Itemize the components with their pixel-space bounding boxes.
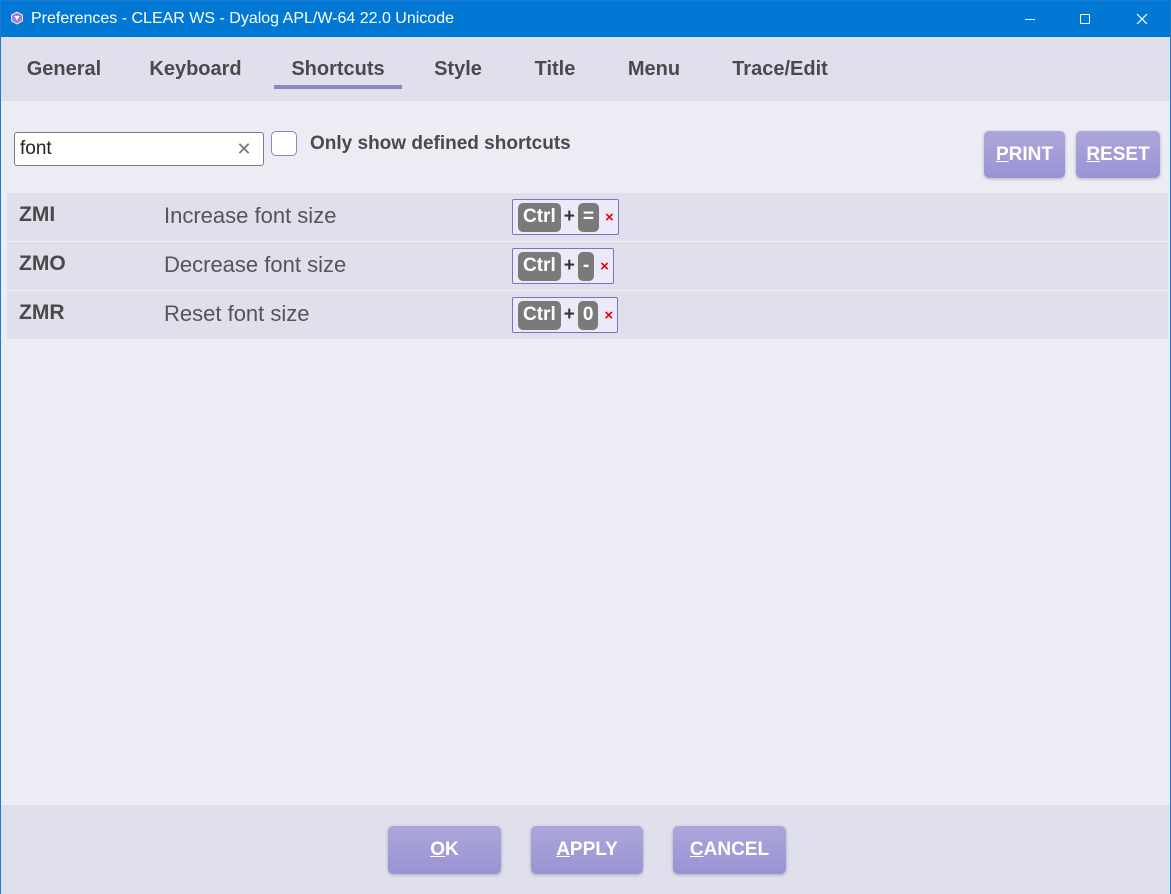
search-input[interactable] [20, 136, 225, 162]
preferences-window: Preferences - CLEAR WS - Dyalog APL/W-64… [0, 0, 1171, 894]
shortcut-row: ZMO Decrease font size Ctrl + - × [7, 242, 1168, 291]
reset-button[interactable]: R ESET [1076, 131, 1160, 178]
search-field: ✕ [14, 132, 264, 166]
shortcut-description: Reset font size [164, 301, 310, 326]
close-icon [1136, 13, 1148, 25]
key-plus: + [563, 304, 575, 325]
clear-search-icon[interactable]: ✕ [233, 138, 255, 160]
close-button[interactable] [1119, 1, 1165, 37]
reset-label: ESET [1100, 143, 1150, 165]
cancel-button[interactable]: C ANCEL [673, 826, 786, 874]
delete-shortcut-icon[interactable]: × [605, 209, 614, 226]
tab-title[interactable]: Title [519, 37, 591, 101]
shortcut-description: Decrease font size [164, 252, 347, 277]
ok-label: K [445, 839, 459, 860]
preferences-tab-bar: General Keyboard Shortcuts Style Title M… [1, 37, 1170, 101]
tab-trace-edit[interactable]: Trace/Edit [720, 37, 840, 101]
keycap: Ctrl [518, 251, 561, 281]
cancel-mnemonic: C [689, 839, 704, 860]
key-combo[interactable]: Ctrl + = × [512, 199, 619, 235]
shortcut-row: ZMI Increase font size Ctrl + = × [7, 193, 1168, 242]
shortcut-description: Increase font size [164, 203, 337, 228]
print-label: RINT [1008, 143, 1053, 165]
print-mnemonic: P [995, 143, 1009, 165]
apply-button[interactable]: A PPLY [531, 826, 643, 874]
keycap: Ctrl [518, 300, 561, 330]
key-combo[interactable]: Ctrl + 0 × [512, 297, 619, 333]
minimize-button[interactable] [1007, 1, 1053, 37]
cancel-label: ANCEL [703, 839, 770, 860]
window-title: Preferences - CLEAR WS - Dyalog APL/W-64… [31, 10, 454, 27]
print-button[interactable]: P RINT [984, 131, 1065, 178]
keycap: = [577, 202, 599, 232]
ok-button[interactable]: OK [388, 826, 501, 874]
shortcut-code: ZMR [19, 301, 65, 324]
tab-style[interactable]: Style [422, 37, 494, 101]
only-defined-label[interactable]: Only show defined shortcuts [310, 133, 571, 155]
tab-menu[interactable]: Menu [615, 37, 693, 101]
apply-label: PPLY [569, 839, 618, 860]
shortcuts-table: ZMI Increase font size Ctrl + = × ZMO De… [7, 193, 1168, 340]
only-defined-checkbox[interactable] [271, 131, 297, 156]
apply-mnemonic: A [556, 839, 570, 860]
maximize-icon [1080, 14, 1090, 24]
keycap: - [577, 251, 595, 281]
key-plus: + [563, 255, 575, 276]
dyalog-app-icon [10, 11, 24, 25]
tab-general[interactable]: General [14, 37, 114, 101]
minimize-icon [1025, 19, 1035, 20]
keycap: 0 [577, 300, 599, 330]
ok-mnemonic: O [430, 839, 446, 860]
key-combo[interactable]: Ctrl + - × [512, 248, 614, 284]
title-bar[interactable]: Preferences - CLEAR WS - Dyalog APL/W-64… [1, 1, 1170, 37]
shortcut-code: ZMO [19, 252, 66, 275]
reset-mnemonic: R [1086, 143, 1101, 165]
tab-keyboard[interactable]: Keyboard [138, 37, 253, 101]
maximize-button[interactable] [1062, 1, 1108, 37]
delete-shortcut-icon[interactable]: × [600, 258, 609, 275]
keycap: Ctrl [518, 202, 561, 232]
shortcut-row: ZMR Reset font size Ctrl + 0 × [7, 291, 1168, 340]
tab-shortcuts[interactable]: Shortcuts [274, 37, 402, 101]
key-plus: + [563, 206, 575, 227]
delete-shortcut-icon[interactable]: × [604, 307, 613, 324]
shortcut-code: ZMI [19, 203, 56, 226]
